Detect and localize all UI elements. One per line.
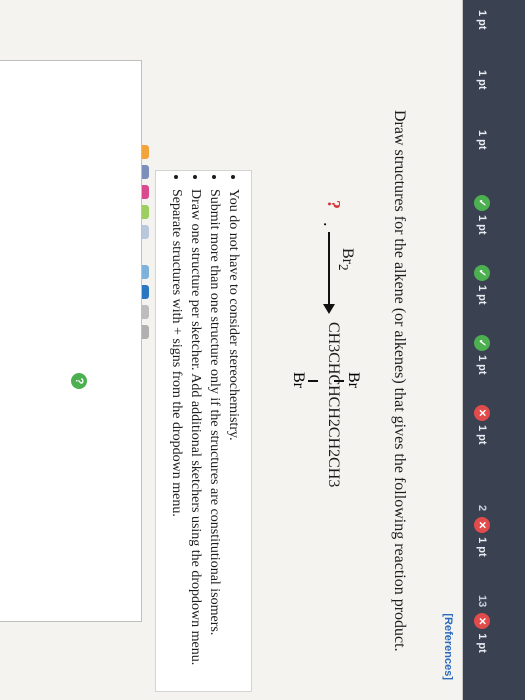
question-nav-item[interactable]: ✓ 1 pt [469,265,495,305]
question-nav-item[interactable]: 1 pt [469,10,495,30]
instruction-item: Separate structures with + signs from th… [168,189,184,691]
points-label: 1 pt [476,355,488,375]
question-nav-item[interactable]: ✓ 1 pt [469,195,495,235]
close-icon: ✕ [474,613,490,630]
question-nav-item[interactable]: 1 pt [469,130,495,150]
question-prompt: Draw structures for the alkene (or alken… [391,110,408,652]
reaction-arrow [328,232,330,306]
question-nav-item[interactable]: 1 pt [469,70,495,90]
points-label: 1 pt [476,70,488,90]
points-label: 1 pt [476,10,488,30]
points-label: 1 pt [476,633,488,653]
sketcher-canvas[interactable] [0,60,142,622]
question-panel: [References] Draw structures for the alk… [0,0,463,700]
reaction-dot: . [320,222,340,227]
points-label: 1 pt [476,537,488,557]
product-formula: CH3CHCHCH2CH2CH3 [325,322,342,488]
page-canvas: 1 pt 1 pt 1 pt ✓ 1 pt ✓ 1 pt ✓ 1 pt ✕ 1 … [0,0,525,700]
points-label: 1 pt [476,285,488,305]
points-label: 1 pt [476,215,488,235]
reaction-scheme: ? . Br2 Br CH3CHCHCH2CH2CH3 Br [282,200,362,560]
check-icon: ✓ [474,195,490,211]
check-icon: ✓ [474,265,490,281]
help-icon[interactable]: ? [71,373,87,389]
question-number: 2 [476,505,488,512]
bond-line [308,380,318,382]
points-label: 1 pt [476,130,488,150]
reagent: Br2 [335,248,356,271]
question-nav-item[interactable]: ✕ 1 pt [469,405,495,445]
bromine-top: Br [345,372,362,388]
question-number: 13 [476,595,488,608]
question-nav: 1 pt 1 pt 1 pt ✓ 1 pt ✓ 1 pt ✓ 1 pt ✕ 1 … [463,0,525,700]
question-nav-item[interactable]: 13 ✕ 1 pt [469,595,495,653]
check-icon: ✓ [474,335,490,351]
instruction-item: Submit more than one structure only if t… [206,189,222,691]
reagent-label: Br [339,248,356,264]
rotated-screenshot: 1 pt 1 pt 1 pt ✓ 1 pt ✓ 1 pt ✓ 1 pt ✕ 1 … [0,0,525,700]
bromine-bottom: Br [290,372,307,388]
question-nav-item[interactable]: ✓ 1 pt [469,335,495,375]
unknown-reactant: ? [324,200,344,209]
instruction-item: You do not have to consider stereochemis… [225,189,241,691]
points-label: 1 pt [476,425,488,445]
arrowhead-icon [323,304,335,314]
close-icon: ✕ [474,517,490,534]
instruction-item: Draw one structure per sketcher. Add add… [187,189,203,691]
instruction-list: You do not have to consider stereochemis… [168,171,241,691]
reagent-subscript: 2 [335,264,351,271]
close-icon: ✕ [474,405,490,421]
references-link[interactable]: [References] [442,613,454,680]
question-nav-item[interactable]: 2 ✕ 1 pt [469,505,495,557]
instructions-box: You do not have to consider stereochemis… [155,170,252,692]
